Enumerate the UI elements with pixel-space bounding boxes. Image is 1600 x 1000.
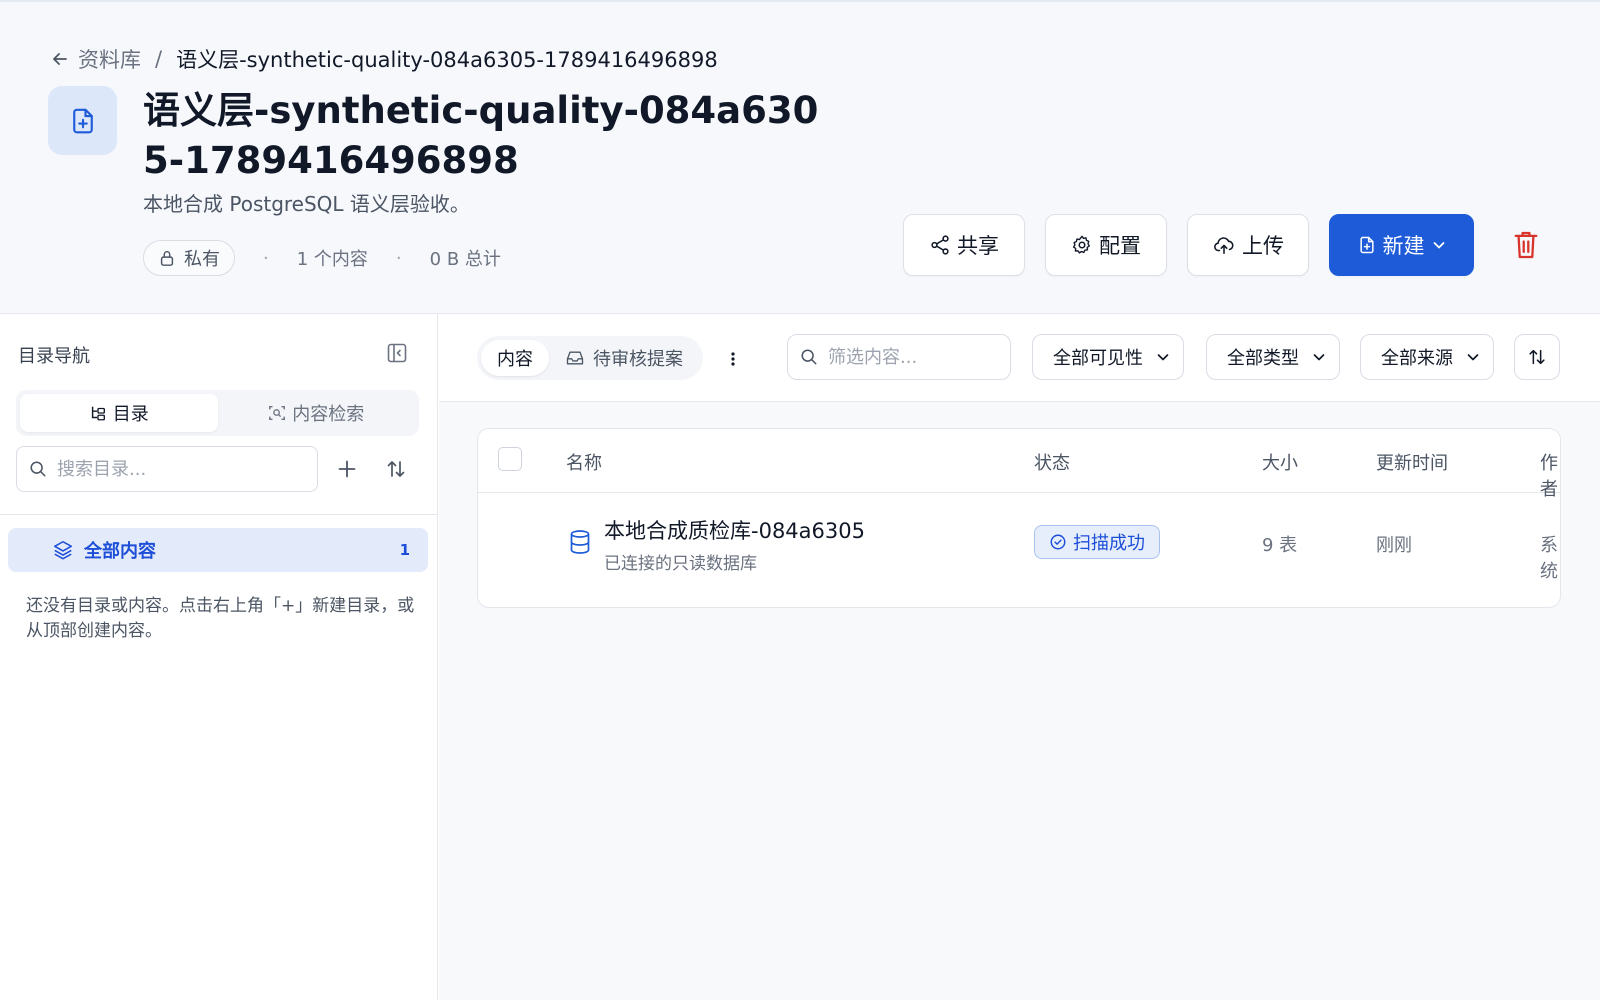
content-tabs: 内容 待审核提案 — [477, 336, 703, 380]
page-description: 本地合成 PostgreSQL 语义层验收。 — [143, 192, 470, 216]
type-select[interactable]: 全部类型 — [1206, 334, 1340, 380]
content-main: 内容 待审核提案 全部可见性 全部类型 全部来源 — [439, 314, 1600, 1000]
tab-content-search[interactable]: 内容检索 — [218, 394, 416, 432]
file-plus-icon — [1359, 236, 1374, 254]
status-label: 扫描成功 — [1073, 533, 1145, 554]
content-filter-input[interactable] — [828, 346, 998, 368]
config-label: 配置 — [1099, 235, 1141, 258]
chevron-down-icon — [1433, 242, 1444, 249]
visibility-select[interactable]: 全部可见性 — [1032, 334, 1184, 380]
row-size: 9 表 — [1262, 535, 1298, 556]
share-label: 共享 — [957, 235, 999, 258]
column-updated[interactable]: 更新时间 — [1376, 449, 1448, 475]
visibility-badge: 私有 — [143, 240, 235, 276]
scan-search-icon — [269, 405, 286, 421]
column-size[interactable]: 大小 — [1262, 449, 1298, 475]
search-icon — [30, 461, 46, 477]
content-table: 名称 状态 大小 更新时间 作者 本地合成质检库-084a6305 已连接的只读… — [477, 428, 1561, 608]
content-toolbar: 内容 待审核提案 全部可见性 全部类型 全部来源 — [439, 314, 1600, 402]
breadcrumb: 资料库 / 语义层-synthetic-quality-084a6305-178… — [50, 44, 718, 74]
empty-directory-hint: 还没有目录或内容。点击右上角「+」新建目录，或从顶部创建内容。 — [26, 596, 415, 641]
directory-search — [16, 446, 318, 492]
sidebar-tabs: 目录 内容检索 — [16, 390, 419, 436]
chevron-down-icon — [1467, 354, 1479, 361]
folder-tree-icon — [91, 406, 105, 421]
row-subtitle: 已连接的只读数据库 — [604, 554, 757, 574]
share-icon — [931, 235, 949, 255]
lock-icon — [160, 251, 174, 266]
more-vertical-icon[interactable] — [727, 348, 739, 370]
library-meta: 私有 · 1 个内容 · 0 B 总计 — [143, 240, 501, 276]
directory-search-input[interactable] — [57, 458, 297, 480]
sidebar-divider — [0, 514, 438, 515]
gear-icon — [1072, 235, 1091, 254]
upload-label: 上传 — [1242, 235, 1284, 258]
meta-separator: · — [263, 247, 269, 269]
item-count: 1 个内容 — [296, 249, 368, 270]
sidebar-collapse-icon[interactable] — [386, 342, 408, 364]
row-author: 系统 — [1540, 535, 1558, 582]
arrow-left-icon[interactable] — [50, 49, 70, 69]
column-name[interactable]: 名称 — [566, 449, 602, 475]
check-circle-icon — [1050, 534, 1066, 550]
layers-icon — [53, 540, 73, 560]
source-select[interactable]: 全部来源 — [1360, 334, 1494, 380]
page-title: 语义层-synthetic-quality-084a6305-178941649… — [143, 89, 819, 182]
sidebar-item-all-content[interactable]: 全部内容 1 — [8, 528, 428, 572]
config-button[interactable]: 配置 — [1045, 214, 1167, 276]
visibility-select-value: 全部可见性 — [1053, 348, 1143, 369]
tab-directory[interactable]: 目录 — [20, 394, 218, 432]
new-button[interactable]: 新建 — [1329, 214, 1474, 276]
tab-pending-proposals-label: 待审核提案 — [593, 349, 683, 370]
row-name[interactable]: 本地合成质检库-084a6305 — [604, 515, 865, 545]
upload-button[interactable]: 上传 — [1187, 214, 1309, 276]
table-header: 名称 状态 大小 更新时间 作者 — [478, 429, 1560, 500]
breadcrumb-current: 语义层-synthetic-quality-084a6305-178941649… — [176, 48, 718, 72]
all-content-label: 全部内容 — [84, 541, 156, 562]
all-content-count: 1 — [399, 541, 410, 559]
cloud-upload-icon — [1214, 237, 1234, 255]
type-select-value: 全部类型 — [1227, 348, 1299, 369]
status-badge: 扫描成功 — [1034, 525, 1160, 559]
sidebar-title: 目录导航 — [18, 346, 90, 367]
visibility-label: 私有 — [184, 249, 220, 270]
database-icon — [568, 529, 592, 555]
sort-button[interactable] — [1514, 334, 1560, 380]
breadcrumb-parent-link[interactable]: 资料库 — [78, 44, 141, 74]
total-size: 0 B 总计 — [429, 249, 501, 270]
header-actions: 共享 配置 上传 新建 — [903, 214, 1544, 276]
file-plus-icon — [48, 86, 117, 155]
sort-icon — [1529, 349, 1545, 365]
meta-separator: · — [395, 247, 402, 269]
share-button[interactable]: 共享 — [903, 214, 1025, 276]
directory-sidebar: 目录导航 目录 内容检索 全部内容 1 还没有目录或内容。点击右上角「+」新建目… — [0, 314, 438, 1000]
sort-directory-icon[interactable] — [385, 458, 407, 480]
select-all-checkbox[interactable] — [498, 447, 522, 471]
new-label: 新建 — [1382, 235, 1425, 258]
tab-content-label: 内容 — [497, 349, 533, 370]
page-header: 资料库 / 语义层-synthetic-quality-084a6305-178… — [0, 0, 1600, 314]
delete-button[interactable] — [1508, 225, 1544, 265]
source-select-value: 全部来源 — [1381, 348, 1453, 369]
tab-content-search-label: 内容检索 — [292, 404, 365, 425]
tab-pending-proposals[interactable]: 待审核提案 — [549, 340, 699, 376]
inbox-icon — [566, 351, 584, 365]
content-filter — [787, 334, 1011, 380]
table-row[interactable]: 本地合成质检库-084a6305 已连接的只读数据库 扫描成功 9 表 刚刚 系… — [478, 493, 1560, 607]
tab-content[interactable]: 内容 — [481, 340, 549, 376]
tab-directory-label: 目录 — [112, 404, 149, 425]
row-updated: 刚刚 — [1376, 535, 1412, 556]
add-directory-icon[interactable] — [336, 458, 358, 480]
column-status[interactable]: 状态 — [1034, 449, 1070, 475]
search-icon — [801, 349, 817, 365]
breadcrumb-separator: / — [155, 47, 163, 71]
chevron-down-icon — [1157, 354, 1169, 361]
trash-icon — [1514, 231, 1538, 259]
chevron-down-icon — [1313, 354, 1325, 361]
